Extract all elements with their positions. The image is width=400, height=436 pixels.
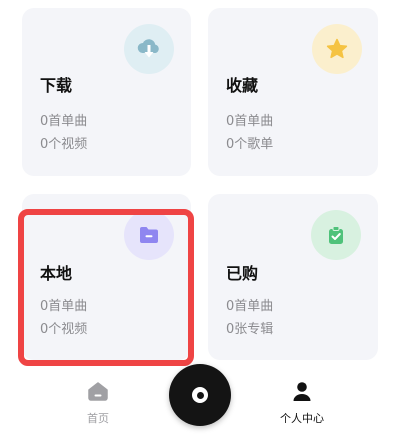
download-card[interactable]: 下载 0首单曲 0个视频 xyxy=(22,8,191,176)
person-icon xyxy=(291,380,313,406)
tab-profile-label: 个人中心 xyxy=(280,412,324,425)
vinyl-disc-icon xyxy=(192,387,208,403)
song-count: 0首单曲 xyxy=(226,114,274,129)
cloud-download-icon xyxy=(124,24,174,74)
video-count: 0个视频 xyxy=(40,322,88,337)
card-title: 收藏 xyxy=(226,76,259,95)
song-count: 0首单曲 xyxy=(40,114,88,129)
favorite-card[interactable]: 收藏 0首单曲 0个歌单 xyxy=(208,8,378,176)
song-count: 0首单曲 xyxy=(40,299,88,314)
home-icon xyxy=(87,380,109,406)
tab-profile[interactable]: 个人中心 xyxy=(247,380,357,426)
song-count: 0首单曲 xyxy=(226,299,274,314)
shopping-bag-check-icon xyxy=(311,210,361,260)
local-card[interactable]: 本地 0首单曲 0个视频 xyxy=(22,194,191,360)
video-count: 0个视频 xyxy=(40,137,88,152)
album-count: 0张专辑 xyxy=(226,322,274,337)
star-icon xyxy=(312,24,362,74)
folder-icon xyxy=(124,210,174,260)
player-button[interactable] xyxy=(169,364,231,426)
tab-home[interactable]: 首页 xyxy=(43,380,153,426)
playlist-count: 0个歌单 xyxy=(226,137,274,152)
purchased-card[interactable]: 已购 0首单曲 0张专辑 xyxy=(208,194,378,360)
card-title: 本地 xyxy=(40,264,73,283)
card-title: 下载 xyxy=(40,76,73,95)
card-title: 已购 xyxy=(226,264,259,283)
tab-home-label: 首页 xyxy=(87,412,109,425)
